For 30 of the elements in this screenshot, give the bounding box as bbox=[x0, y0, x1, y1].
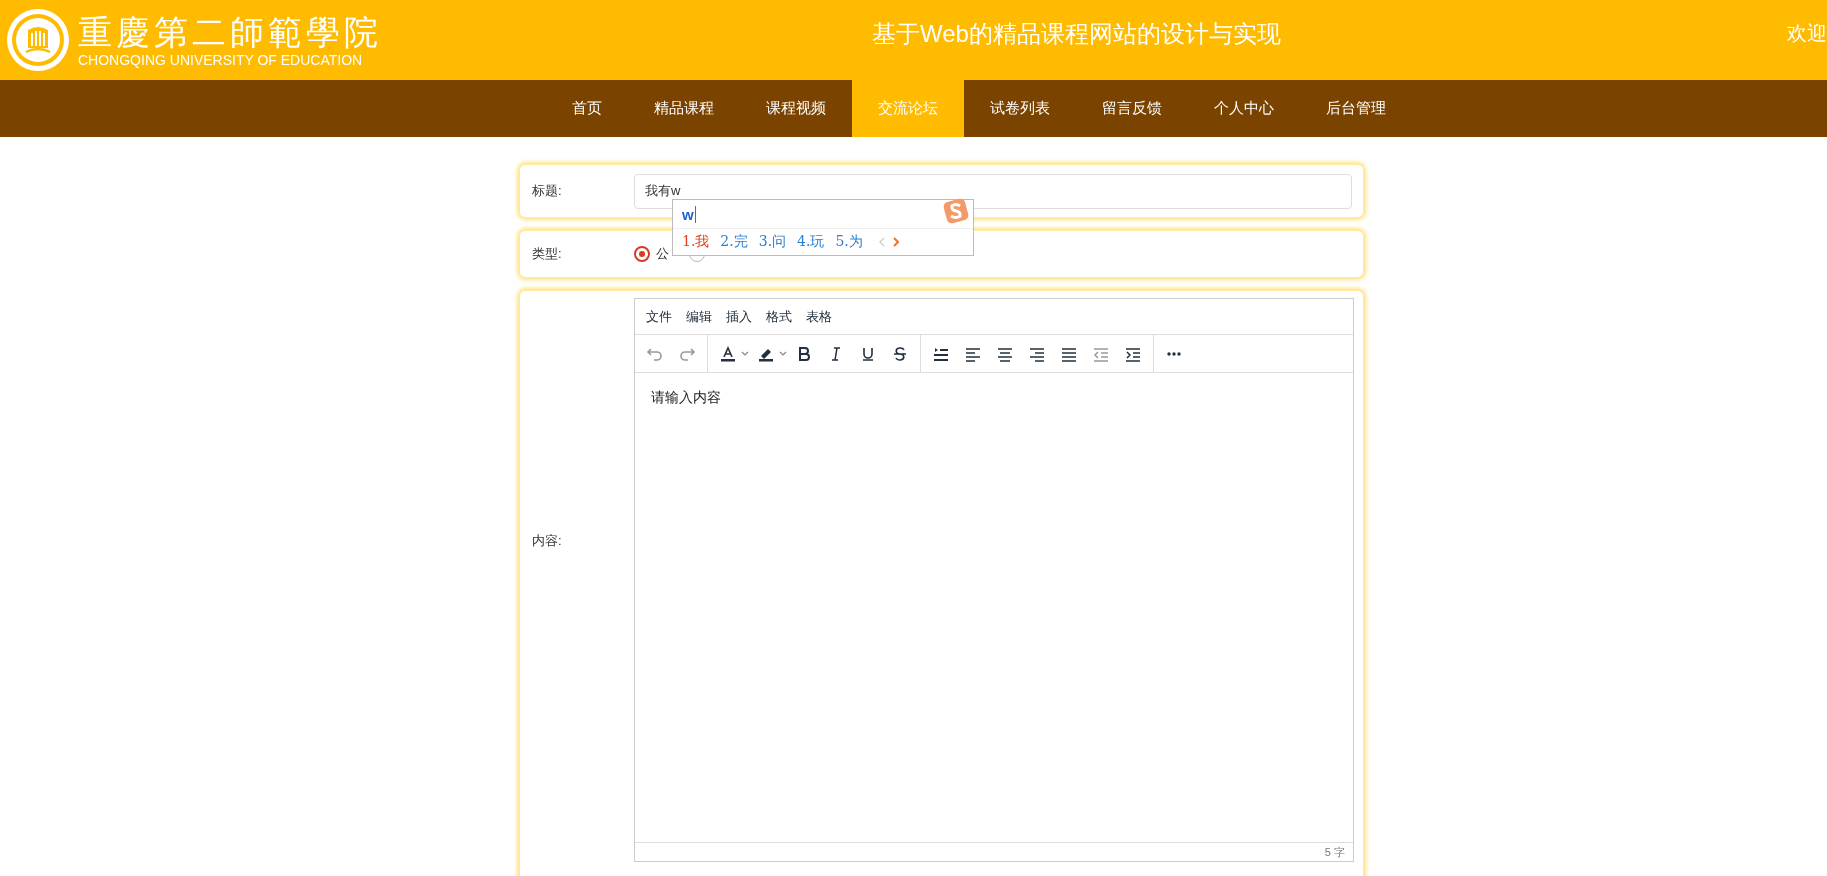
rich-text-editor[interactable]: 文件 编辑 插入 格式 表格 请输入内容 5 字 bbox=[634, 298, 1354, 862]
welcome-text: 欢迎 bbox=[1787, 21, 1827, 46]
logo-subtitle: CHONGQING UNIVERSITY OF EDUCATION bbox=[78, 52, 364, 68]
menu-item[interactable]: 文件 bbox=[639, 307, 679, 326]
nav-tab[interactable]: 后台管理 bbox=[1299, 80, 1412, 137]
ime-candidate[interactable]: 5.为 bbox=[835, 233, 863, 251]
ime-candidate[interactable]: 3.问 bbox=[758, 233, 787, 251]
site-title: 基于Web的精品课程网站的设计与实现 bbox=[872, 19, 1281, 49]
radio-option[interactable]: 公 bbox=[634, 245, 669, 263]
menu-item[interactable]: 插入 bbox=[719, 307, 759, 326]
logo-title: 重慶第二師範學院 bbox=[78, 12, 382, 52]
nav-tab[interactable]: 课程视频 bbox=[739, 80, 852, 137]
emblem-icon bbox=[6, 8, 70, 72]
field-label: 标题: bbox=[531, 182, 563, 200]
ime-candidate[interactable]: 4.玩 bbox=[797, 233, 825, 251]
nav-tab[interactable]: 首页 bbox=[545, 80, 628, 137]
nav-tab[interactable]: 个人中心 bbox=[1187, 80, 1300, 137]
menu-item[interactable]: 格式 bbox=[759, 307, 799, 326]
menu-item[interactable]: 表格 bbox=[799, 307, 839, 326]
word-count: 5 字 bbox=[1324, 844, 1345, 860]
ime-candidate[interactable]: 2.完 bbox=[720, 233, 748, 251]
ime-candidate[interactable]: 1.我 bbox=[682, 233, 710, 251]
nav-tab[interactable]: 留言反馈 bbox=[1075, 80, 1188, 137]
nav-tab[interactable]: 精品课程 bbox=[627, 80, 740, 137]
menu-item[interactable]: 编辑 bbox=[679, 307, 719, 326]
field-label: 类型: bbox=[531, 245, 563, 263]
field-label: 内容: bbox=[531, 532, 563, 550]
ime-composition: w bbox=[682, 205, 696, 223]
editor-text: 请输入内容 bbox=[651, 389, 721, 405]
nav-tab[interactable]: 试卷列表 bbox=[963, 80, 1076, 137]
